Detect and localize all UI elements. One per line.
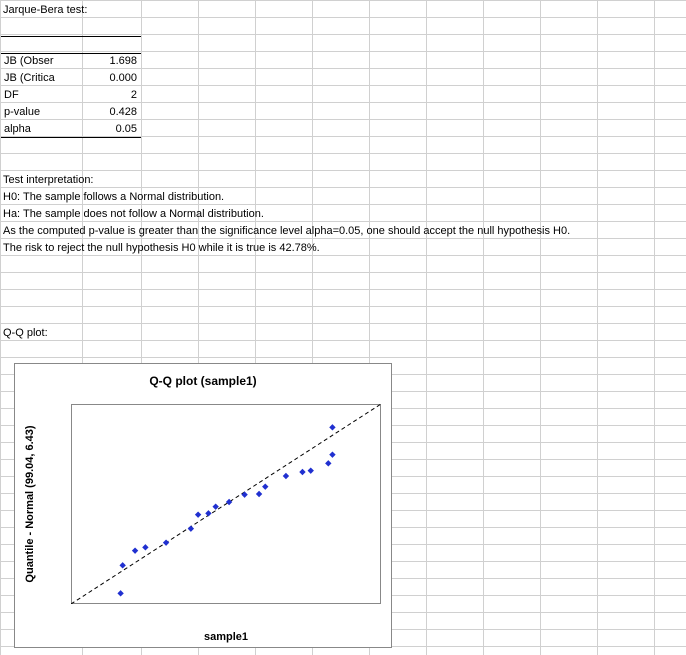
qq-plot-label: Q-Q plot: (1, 325, 50, 342)
stat-value: 0.05 (82, 121, 139, 138)
stats-top-rule (1, 36, 141, 37)
stat-label: p-value (2, 104, 82, 121)
stat-value: 0.428 (82, 104, 139, 121)
stat-value: 0.000 (82, 70, 139, 87)
stat-label: DF (2, 87, 82, 104)
interpretation-line: As the computed p-value is greater than … (1, 223, 572, 240)
interpretation-line: H0: The sample follows a Normal distribu… (1, 189, 226, 206)
section-title-jb: Jarque-Bera test: (1, 2, 89, 19)
stat-label: alpha (2, 121, 82, 138)
y-axis-label: Quantile - Normal (99.04, 6.43) (24, 425, 36, 582)
stat-value: 1.698 (82, 53, 139, 70)
x-axis-label: sample1 (204, 631, 248, 643)
interpretation-line: Ha: The sample does not follow a Normal … (1, 206, 266, 223)
interpretation-line: The risk to reject the null hypothesis H… (1, 240, 322, 257)
stat-value: 2 (82, 87, 139, 104)
stat-label: JB (Obser (2, 53, 82, 70)
axis-labels-svg: sample1 Quantile - Normal (99.04, 6.43) (15, 364, 393, 649)
qq-chart: Q-Q plot (sample1) 859095100105110115 85… (14, 363, 392, 648)
interpretation-title: Test interpretation: (1, 172, 96, 189)
stat-label: JB (Critica (2, 70, 82, 87)
